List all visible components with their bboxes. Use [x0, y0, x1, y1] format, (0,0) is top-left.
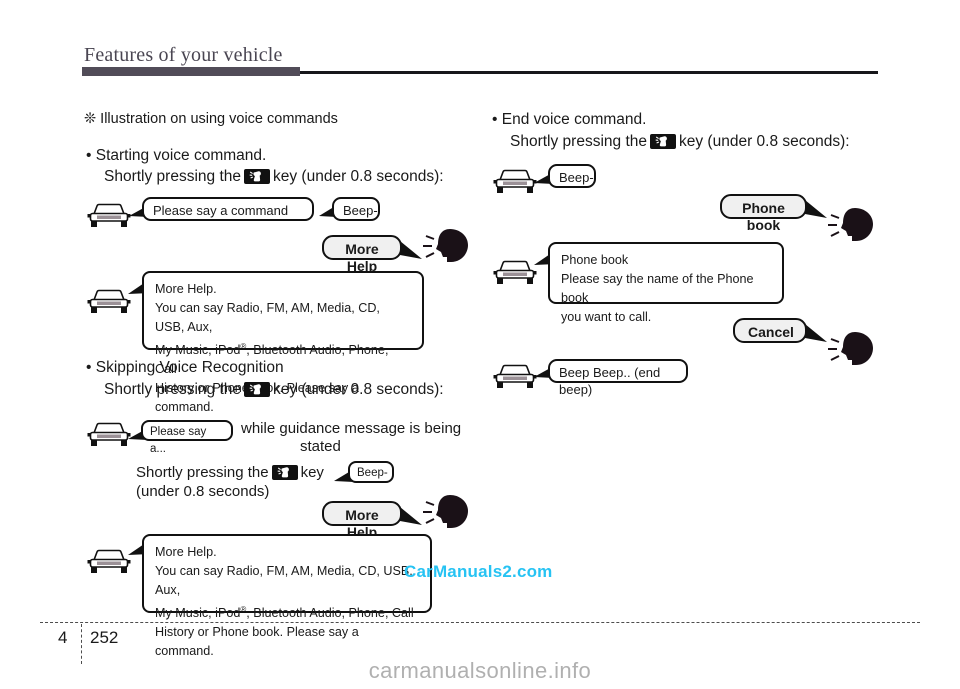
system-bubble-phone-book-prompt: Phone book Please say the name of the Ph… — [548, 242, 784, 324]
system-bubble-more-help-detail: More Help. You can say Radio, FM, AM, Me… — [142, 271, 424, 414]
bubble-line-2a: My Music, iPod — [155, 606, 241, 621]
inline-watermark: CarManuals2.com — [404, 562, 553, 581]
footer-page-number: 252 — [90, 628, 119, 647]
bottom-watermark: carmanualsonline.info — [368, 658, 592, 683]
voice-recognition-key-icon — [244, 382, 270, 397]
bubble-text: Beep- — [357, 467, 388, 479]
user-bubble-more-help: More Help — [322, 235, 402, 274]
system-bubble-end-beep: Beep Beep.. (end beep) — [548, 359, 688, 397]
speaking-head-icon — [423, 495, 468, 528]
page-title: Features of your vehicle — [84, 44, 283, 66]
instruction-text-pre: Shortly pressing the — [104, 168, 241, 185]
bubble-line-1: You can say Radio, FM, AM, Media, CD, US… — [155, 301, 380, 334]
instruction-text-pre: Shortly pressing the — [510, 133, 647, 150]
while-guidance-line-1: while guidance message is being — [241, 420, 462, 437]
voice-recognition-key-icon — [271, 465, 298, 480]
car-front-icon — [87, 549, 131, 573]
car-front-icon — [87, 203, 131, 227]
bubble-text: Phone book — [742, 200, 785, 233]
system-bubble-please-say-command: Please say a command — [142, 197, 314, 221]
system-bubble-beep-end: Beep- — [548, 164, 596, 188]
user-bubble-phone-book: Phone book — [720, 194, 807, 233]
system-bubble-more-help-detail-2: More Help. You can say Radio, FM, AM, Me… — [142, 534, 432, 658]
bullet-starting-voice-command: • Starting voice command. — [86, 147, 267, 164]
system-bubble-beep: Beep- — [332, 197, 380, 221]
instruction-text-pre: Shortly pressing the — [104, 381, 241, 398]
header-rule — [300, 71, 878, 74]
press-key-instruction: Shortly pressing the key — [136, 464, 324, 481]
instruction-text-post: key (under 0.8 seconds): — [679, 133, 850, 150]
bullet-end-voice-command: • End voice command. — [492, 111, 647, 128]
bubble-line-2b: , Bluetooth Audio, Phone, Call — [246, 606, 414, 621]
car-front-icon — [87, 422, 131, 446]
car-front-icon — [87, 289, 131, 313]
bubble-text: Please say a command — [153, 203, 289, 218]
car-front-icon — [493, 364, 537, 388]
bubble-line-2: My Music, iPod®, Bluetooth Audio, Phone,… — [155, 600, 419, 623]
press-text-post: key — [300, 464, 324, 481]
bubble-line-title: More Help. — [155, 545, 217, 559]
footer-chapter-number: 4 — [58, 628, 68, 647]
bubble-text: Cancel — [748, 324, 794, 340]
bubble-line-title: More Help. — [155, 282, 217, 296]
bubble-line-title: Phone book — [561, 253, 629, 267]
footer-divider — [40, 622, 920, 623]
bullet-skipping-voice-recognition: • Skipping Voice Recognition — [86, 359, 284, 376]
bubble-text: Beep- — [343, 203, 378, 218]
bubble-text: Please say a... — [150, 426, 207, 455]
bubble-line-3: History or Phone book. Please say a comm… — [155, 625, 359, 659]
header-accent-bar — [82, 67, 300, 76]
bubble-text: Beep Beep.. (end beep) — [559, 365, 661, 397]
section-note: ❊ Illustration on using voice commands — [84, 111, 338, 127]
car-front-icon — [493, 260, 537, 284]
instruction-text-post: key (under 0.8 seconds): — [273, 381, 444, 398]
user-bubble-cancel: Cancel — [733, 318, 807, 343]
instruction-end: Shortly pressing the key (under 0.8 secon… — [510, 133, 850, 151]
manual-page: Features of your vehicle ❊ Illustration … — [0, 0, 960, 689]
press-text-pre: Shortly pressing the — [136, 464, 269, 481]
footer-vertical-divider — [81, 624, 82, 664]
bubble-text: Beep- — [559, 170, 594, 185]
system-bubble-beep-2: Beep- — [348, 461, 394, 483]
user-bubble-more-help-2: More Help — [322, 501, 402, 540]
bubble-line-1: Please say the name of the Phone book — [561, 272, 754, 305]
voice-recognition-key-icon — [650, 134, 676, 149]
system-bubble-please-say-a: Please say a... — [141, 420, 233, 455]
speaking-head-icon — [828, 208, 873, 241]
instruction-text-post: key (under 0.8 seconds): — [273, 168, 444, 185]
while-guidance-line-2: stated — [300, 438, 341, 455]
press-key-instruction-line2: (under 0.8 seconds) — [136, 483, 270, 500]
car-front-icon — [493, 169, 537, 193]
instruction-skipping: Shortly pressing the key (under 0.8 secon… — [104, 381, 444, 399]
voice-recognition-key-icon — [244, 169, 270, 184]
speaking-head-icon — [828, 332, 873, 365]
speaking-head-icon — [423, 229, 468, 262]
instruction-starting: Shortly pressing the key (under 0.8 secon… — [104, 168, 444, 186]
bubble-line-1: You can say Radio, FM, AM, Media, CD, US… — [155, 564, 413, 597]
bubble-text: More Help — [345, 241, 379, 274]
bubble-line-2a: My Music, iPod — [155, 343, 241, 358]
